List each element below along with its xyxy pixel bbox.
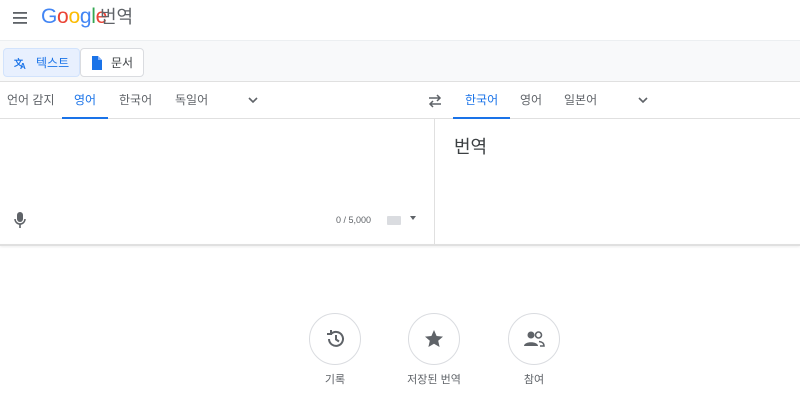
document-mode-button[interactable]: 문서 [80, 48, 145, 77]
character-counter: 0 / 5,000 [336, 215, 372, 225]
saved-translations-button[interactable]: 저장된 번역 [394, 313, 474, 387]
document-icon [92, 55, 102, 70]
mode-bar: 文 A 텍스트 문서 [0, 40, 800, 82]
history-circle[interactable] [309, 313, 361, 365]
text-mode-label: 텍스트 [36, 56, 70, 70]
contribute-button[interactable]: 참여 [494, 313, 574, 387]
text-mode-button[interactable]: 文 A 텍스트 [3, 48, 81, 77]
history-icon [327, 330, 344, 347]
target-lang-japanese[interactable]: 일본어 [552, 82, 609, 119]
target-lang-english[interactable]: 영어 [508, 82, 554, 119]
people-icon [524, 331, 545, 347]
source-lang-english[interactable]: 영어 [62, 82, 109, 119]
google-logo[interactable]: Google [41, 5, 107, 29]
history-button[interactable]: 기록 [295, 313, 375, 387]
saved-circle[interactable] [408, 313, 460, 365]
saved-translations-label: 저장된 번역 [407, 374, 461, 386]
keyboard-icon[interactable] [387, 216, 401, 225]
target-lang-korean[interactable]: 한국어 [453, 82, 511, 119]
contribute-circle[interactable] [508, 313, 560, 365]
source-lang-german[interactable]: 독일어 [163, 82, 220, 119]
translation-output-area: 번역 [436, 119, 800, 245]
source-text-area[interactable]: 0 / 5,000 [0, 119, 435, 245]
language-bar: 언어 감지 영어 한국어 독일어 한국어 영어 일본어 [0, 82, 800, 119]
history-label: 기록 [324, 374, 346, 386]
source-lang-korean[interactable]: 한국어 [107, 82, 164, 119]
source-lang-detect[interactable]: 언어 감지 [0, 82, 67, 119]
target-chevron-down-icon[interactable] [636, 93, 650, 107]
product-name: 번역 [100, 7, 134, 27]
swap-languages-icon[interactable] [427, 93, 443, 109]
translate-icon: 文 A [14, 57, 26, 70]
document-mode-label: 문서 [111, 56, 134, 70]
microphone-icon[interactable] [12, 211, 28, 229]
keyboard-dropdown-icon[interactable] [410, 216, 416, 220]
app-header: Google 번역 [0, 0, 800, 36]
menu-icon[interactable] [12, 9, 30, 27]
contribute-label: 참여 [523, 374, 545, 386]
svg-text:A: A [20, 62, 26, 70]
source-chevron-down-icon[interactable] [246, 93, 260, 107]
translation-output-text: 번역 [454, 137, 488, 157]
star-icon [425, 330, 443, 347]
panel-divider [0, 244, 800, 246]
